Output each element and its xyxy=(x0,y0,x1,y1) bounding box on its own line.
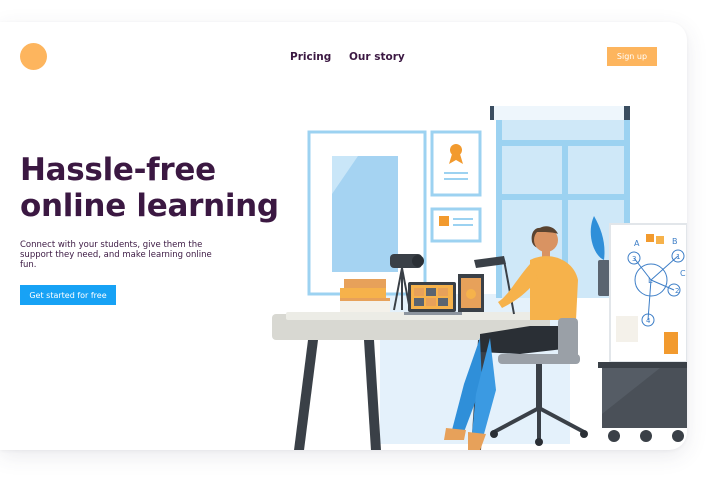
nav-link-our-story[interactable]: Our story xyxy=(349,51,405,63)
whiteboard-letter-c: C xyxy=(680,269,686,278)
sideboard-cabinet xyxy=(598,362,687,442)
small-picture-frame xyxy=(430,207,482,243)
book-stack xyxy=(340,279,390,312)
whiteboard-number-1: 1 xyxy=(676,253,680,261)
whiteboard-letter-l: L xyxy=(648,276,653,285)
hero-headline: Hassle-free online learning xyxy=(20,152,279,224)
signup-button[interactable]: Sign up xyxy=(607,47,657,66)
certificate-frame xyxy=(430,130,482,197)
whiteboard-letter-b: B xyxy=(672,237,678,246)
whiteboard-letter-a: A xyxy=(634,239,640,248)
whiteboard-number-4: 4 xyxy=(646,317,651,325)
whiteboard: A B 1 2 3 4 C L xyxy=(609,223,687,363)
hero-description: Connect with your students, give them th… xyxy=(20,240,212,270)
hero-headline-line-2: online learning xyxy=(20,188,279,224)
laptop-video-call xyxy=(404,282,462,315)
hero-headline-line-1: Hassle-free xyxy=(20,152,216,188)
hero-illustration: A B 1 2 3 4 C L xyxy=(272,106,687,450)
wall-picture-frame xyxy=(307,130,427,296)
nav-link-pricing[interactable]: Pricing xyxy=(290,51,331,63)
brand-logo[interactable] xyxy=(20,43,47,70)
whiteboard-number-2: 2 xyxy=(675,287,679,295)
whiteboard-number-3: 3 xyxy=(632,255,636,263)
desk-monitor xyxy=(458,274,484,312)
get-started-button[interactable]: Get started for free xyxy=(20,285,116,305)
page-card: Pricing Our story Sign up Hassle-free on… xyxy=(0,22,687,450)
